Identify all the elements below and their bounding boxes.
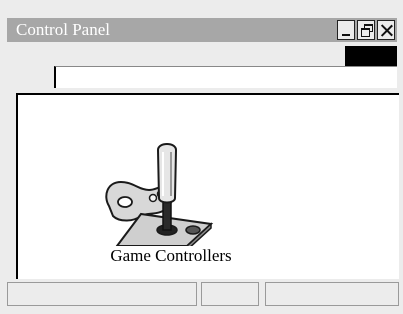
- toolbar-black-region: [345, 46, 397, 66]
- window-title: Control Panel: [16, 20, 110, 39]
- title-bar[interactable]: Control Panel: [7, 18, 397, 42]
- address-bar[interactable]: [54, 66, 397, 88]
- status-pane-3: [265, 282, 399, 306]
- control-panel-window: Control Panel Game Controllers: [0, 0, 403, 314]
- restore-icon-front: [361, 28, 370, 37]
- window-controls: [335, 20, 395, 40]
- status-pane-1: [7, 282, 197, 306]
- status-pane-2: [201, 282, 259, 306]
- game-controllers-item[interactable]: Game Controllers: [101, 138, 241, 268]
- maximize-button[interactable]: [357, 20, 375, 40]
- minimize-button[interactable]: [337, 20, 355, 40]
- joystick-gamepad-icon: [105, 143, 214, 246]
- item-label: Game Controllers: [110, 246, 232, 265]
- status-bar: [7, 280, 399, 308]
- close-button[interactable]: [377, 20, 395, 40]
- content-pane: Game Controllers: [16, 93, 399, 279]
